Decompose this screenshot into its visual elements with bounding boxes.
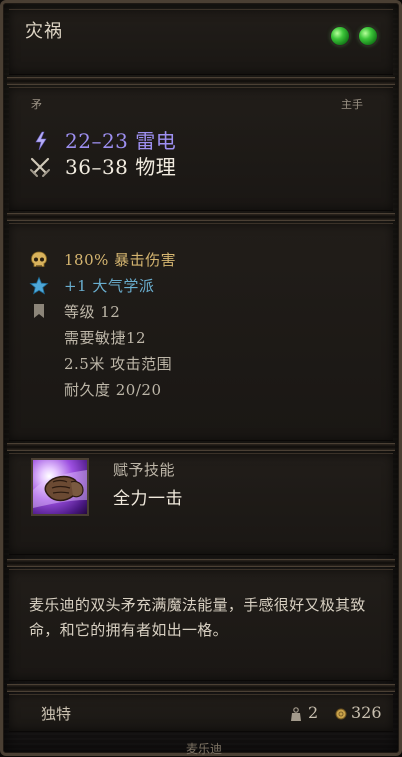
skill-name: 全力一击 bbox=[113, 489, 183, 509]
crit-damage-property: 180% 暴击伤害 bbox=[64, 251, 177, 269]
rarity-label: 独特 bbox=[41, 705, 72, 723]
divider bbox=[7, 213, 395, 221]
requirement-property: 需要敏捷12 bbox=[64, 329, 147, 347]
divider bbox=[7, 443, 395, 451]
gem-slot-icon[interactable] bbox=[359, 27, 377, 45]
durability-property: 耐久度 20/20 bbox=[64, 381, 162, 399]
star-icon bbox=[29, 276, 49, 295]
level-property: 等级 12 bbox=[64, 303, 121, 321]
physical-damage: 36–38 物理 bbox=[65, 155, 177, 179]
school-bonus-property: +1 大气学派 bbox=[64, 277, 155, 295]
owner-name: 麦乐迪 bbox=[185, 742, 222, 756]
grant-skill-label: 赋予技能 bbox=[113, 461, 176, 479]
item-title: 灾祸 bbox=[25, 21, 63, 42]
fist-skill-icon[interactable] bbox=[31, 458, 89, 516]
divider bbox=[7, 559, 395, 567]
gold-value: 326 bbox=[351, 703, 382, 722]
divider bbox=[7, 684, 395, 692]
range-property: 2.5米 攻击范围 bbox=[64, 355, 173, 373]
lightning-damage: 22–23 雷电 bbox=[65, 129, 177, 153]
divider bbox=[7, 77, 395, 85]
gem-slot-icon[interactable] bbox=[331, 27, 349, 45]
weapon-type-label: 矛 bbox=[31, 98, 42, 111]
item-tooltip: 灾祸 矛 主手 22–23 雷电 36–38 物理 180% 暴击伤害 +1 大… bbox=[0, 0, 402, 756]
coin-icon bbox=[335, 708, 347, 720]
item-description: 麦乐迪的双头矛充满魔法能量，手感很好又极其致命，和它的拥有者如出一格。 bbox=[29, 596, 366, 639]
skull-icon bbox=[31, 251, 47, 267]
lightning-icon bbox=[35, 131, 47, 151]
weight-value: 2 bbox=[308, 703, 319, 722]
crossed-swords-icon bbox=[30, 157, 50, 177]
bookmark-icon bbox=[34, 304, 44, 318]
weight-icon bbox=[291, 707, 301, 721]
weapon-slot-label: 主手 bbox=[341, 98, 363, 111]
